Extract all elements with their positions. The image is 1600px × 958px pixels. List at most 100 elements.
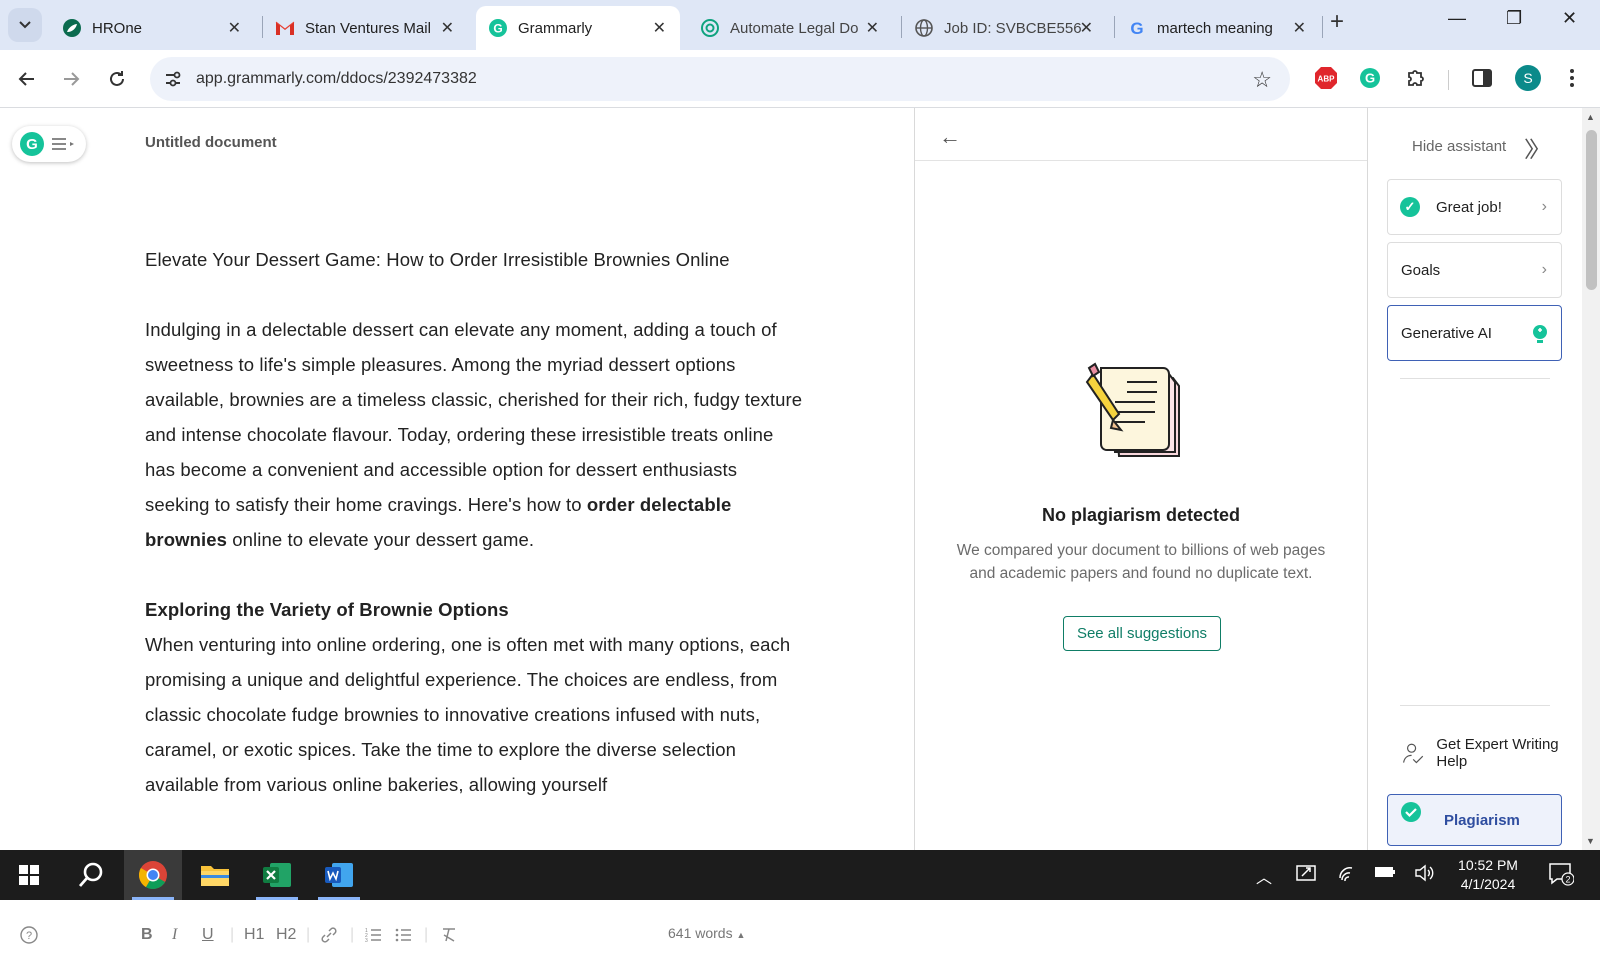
hide-assistant-button[interactable]: Hide assistant — [1412, 138, 1506, 155]
goals-card[interactable]: Goals › — [1387, 242, 1562, 298]
tab-job-id[interactable]: Job ID: SVBCBE556 ✕ — [902, 6, 1107, 50]
tab-title: Grammarly — [518, 19, 593, 37]
plagiarism-card[interactable]: Plagiarism — [1387, 794, 1562, 846]
reload-button[interactable] — [100, 62, 134, 96]
reload-icon — [110, 71, 124, 86]
bullet-list-icon[interactable] — [394, 926, 412, 949]
svg-text:G: G — [1130, 19, 1143, 38]
scroll-down-icon: ▼ — [1586, 836, 1595, 846]
link-icon[interactable] — [320, 926, 338, 949]
tab-close-icon[interactable]: ✕ — [653, 18, 666, 38]
tab-close-icon[interactable]: ✕ — [866, 18, 879, 38]
chevron-right-icon: › — [1541, 261, 1547, 278]
profile-avatar[interactable]: S — [1514, 64, 1542, 92]
tab-title: martech meaning — [1157, 19, 1273, 37]
folder-icon — [201, 866, 229, 886]
get-expert-writing-help-button[interactable]: Get Expert Writing Help — [1402, 728, 1562, 778]
back-button[interactable] — [10, 62, 44, 96]
new-tab-button[interactable]: + — [1330, 8, 1344, 36]
word-count[interactable]: 641 words ▲ — [668, 925, 745, 941]
generative-ai-card[interactable]: Generative AI — [1387, 305, 1562, 361]
scrollbar-thumb[interactable] — [1586, 130, 1597, 290]
url-text[interactable]: app.grammarly.com/ddocs/2392473382 — [196, 70, 477, 88]
chatgpt-icon — [700, 18, 720, 38]
chevron-right-icon: › — [1541, 198, 1547, 215]
windows-taskbar: ︿ 10:52 PM 4/1/2024 2 — [0, 850, 1600, 900]
arrow-left-icon — [18, 72, 34, 86]
address-bar[interactable]: app.grammarly.com/ddocs/2392473382 ☆ — [150, 57, 1290, 101]
card-label: Goals — [1401, 261, 1441, 279]
tab-close-icon[interactable]: ✕ — [1293, 18, 1306, 38]
minimize-icon[interactable]: — — [1448, 8, 1466, 29]
see-all-suggestions-button[interactable]: See all suggestions — [1063, 616, 1221, 651]
tab-stan-ventures-mail[interactable]: Stan Ventures Mail ✕ — [263, 6, 468, 50]
heading1-button[interactable]: H1 — [244, 926, 264, 944]
notification-center-icon[interactable]: 2 — [1548, 862, 1575, 891]
bookmark-star-icon[interactable]: ☆ — [1252, 67, 1272, 93]
no-plagiarism-description: We compared your document to billions of… — [956, 542, 1326, 582]
help-icon[interactable]: ? — [20, 926, 38, 949]
side-panel-icon[interactable] — [1468, 64, 1496, 92]
hamburger-menu-icon — [52, 138, 74, 150]
tab-close-icon[interactable]: ✕ — [441, 18, 454, 38]
excel-icon — [263, 863, 291, 887]
extensions-puzzle-icon[interactable] — [1402, 64, 1430, 92]
taskbar-chrome[interactable] — [124, 850, 182, 900]
tab-close-icon[interactable]: ✕ — [1080, 18, 1093, 38]
forward-button[interactable] — [54, 62, 88, 96]
close-window-icon[interactable]: ✕ — [1562, 8, 1577, 29]
svg-text:3: 3 — [365, 938, 368, 944]
tab-search-button[interactable] — [8, 8, 42, 42]
clear-formatting-icon[interactable] — [440, 926, 458, 949]
grammarly-logo-icon: G — [20, 132, 44, 156]
italic-button[interactable]: I — [172, 926, 177, 944]
assistant-sidebar: Hide assistant 〉〉 ✓ Great job! › Goals ›… — [1368, 108, 1582, 850]
svg-text:G: G — [1365, 71, 1375, 86]
grammarly-extension-icon[interactable]: G — [1356, 64, 1384, 92]
taskbar-file-explorer[interactable] — [186, 850, 244, 900]
wifi-icon[interactable] — [1338, 864, 1358, 887]
google-icon: G — [1127, 18, 1147, 38]
svg-text:?: ? — [26, 930, 32, 942]
hrone-logo-icon — [62, 18, 82, 38]
numbered-list-icon[interactable]: 123 — [364, 926, 382, 949]
card-label: Generative AI — [1401, 324, 1492, 342]
page-scrollbar[interactable]: ▲ ▼ — [1582, 108, 1600, 850]
search-button[interactable] — [62, 850, 120, 900]
svg-text:ABP: ABP — [1318, 75, 1336, 84]
taskbar-excel[interactable] — [248, 850, 306, 900]
card-label: Great job! — [1436, 198, 1502, 216]
heading2-button[interactable]: H2 — [276, 926, 296, 944]
tab-close-icon[interactable]: ✕ — [228, 18, 241, 38]
great-job-card[interactable]: ✓ Great job! › — [1387, 179, 1562, 235]
arrow-right-icon — [64, 72, 80, 86]
restore-icon[interactable]: ❐ — [1506, 8, 1522, 29]
system-clock[interactable]: 10:52 PM 4/1/2024 — [1438, 856, 1538, 894]
clock-time: 10:52 PM — [1458, 857, 1518, 873]
no-plagiarism-heading: No plagiarism detected — [1041, 505, 1241, 525]
underline-button[interactable]: U — [202, 926, 214, 944]
double-chevron-right-icon[interactable]: 〉〉 — [1524, 132, 1551, 164]
show-hidden-icons-icon[interactable]: ︿ — [1256, 864, 1272, 888]
browser-menu-icon[interactable] — [1558, 64, 1586, 92]
tab-hrone[interactable]: HROne ✕ — [50, 6, 255, 50]
document-text[interactable]: Elevate Your Dessert Game: How to Order … — [145, 242, 805, 802]
gmail-icon — [275, 18, 295, 38]
expert-person-icon — [1403, 743, 1424, 764]
tab-martech-meaning[interactable]: G martech meaning ✕ — [1115, 6, 1320, 50]
tab-grammarly[interactable]: G Grammarly ✕ — [476, 6, 680, 50]
volume-icon[interactable] — [1414, 864, 1434, 887]
taskbar-word[interactable] — [310, 850, 368, 900]
tab-title: HROne — [92, 19, 143, 37]
battery-icon[interactable] — [1374, 864, 1396, 885]
site-settings-icon[interactable] — [156, 62, 190, 96]
back-arrow-icon[interactable]: ← — [939, 124, 961, 150]
adblock-plus-icon[interactable]: ABP — [1312, 64, 1340, 92]
meet-now-icon[interactable] — [1296, 864, 1316, 887]
tab-automate-legal[interactable]: Automate Legal Do ✕ — [688, 6, 893, 50]
grammarly-icon: G — [488, 18, 508, 38]
document-title[interactable]: Untitled document — [145, 134, 277, 151]
bold-button[interactable]: B — [141, 926, 153, 944]
start-button[interactable] — [0, 850, 58, 900]
grammarly-menu-button[interactable]: G — [12, 126, 86, 162]
